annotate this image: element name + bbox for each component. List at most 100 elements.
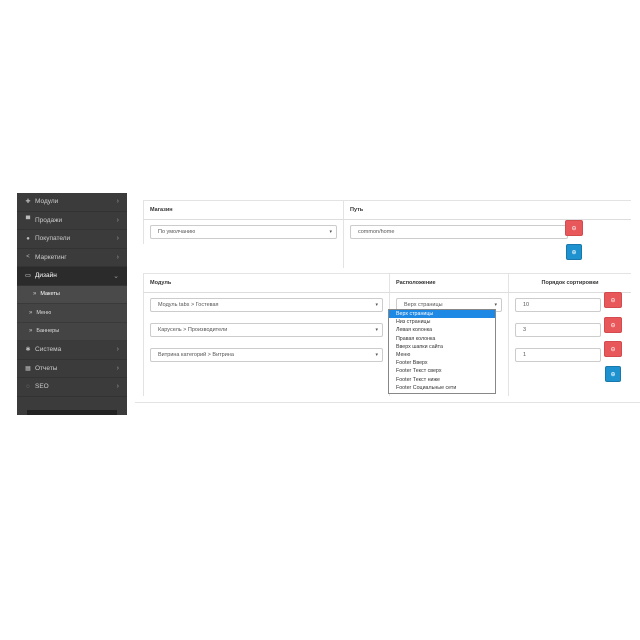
dropdown-option[interactable]: Footer Социальные сети [389, 384, 495, 392]
remove-module-button[interactable]: ⊖ [604, 292, 622, 308]
store-cell: По умолчанию ▾ [143, 219, 344, 244]
sort-order-input[interactable]: 1 [515, 348, 601, 362]
store-select[interactable]: По умолчанию ▾ [150, 224, 337, 239]
caret-down-icon: ▾ [329, 228, 332, 235]
route-input-value: common/home [358, 228, 395, 235]
minus-circle-icon: ⊖ [610, 346, 616, 353]
monitor-icon: ▭ [25, 273, 31, 280]
sidebar-subitem-layouts[interactable]: » Макеты [17, 285, 127, 304]
sort-order-value: 10 [523, 302, 530, 309]
sidebar-item-label: Маркетинг [35, 253, 67, 261]
modules-table: Модуль Расположение Порядок сортировки М… [143, 273, 631, 396]
module-select[interactable]: Модуль tabs > Гостевая ▾ [150, 298, 383, 313]
sidebar-subitem-menu[interactable]: » Меню [17, 304, 127, 323]
double-chevron-icon: » [29, 309, 33, 316]
caret-down-icon: ▾ [375, 352, 378, 358]
store-add-row [144, 244, 344, 268]
dropdown-option[interactable]: Footer Вверх [389, 359, 495, 367]
minus-circle-icon: ⊖ [571, 225, 577, 232]
sort-order-value: 1 [523, 352, 527, 358]
sort-order-value: 3 [523, 327, 527, 333]
remove-module-button[interactable]: ⊖ [604, 341, 622, 357]
remove-module-button[interactable]: ⊖ [604, 317, 622, 333]
store-select-value: По умолчанию [158, 228, 196, 235]
add-route-button[interactable]: ⊕ [566, 244, 582, 260]
module-select-value: Модуль tabs > Гостевая [158, 302, 219, 309]
store-route-table: Магазин Путь По умолчанию ▾ common/home [143, 200, 631, 268]
chevron-right-icon: › [116, 216, 119, 224]
position-dropdown-list: Верх страницы Низ страницы Левая колонка… [388, 309, 496, 394]
module-select[interactable]: Витрина категорий > Витрина ▾ [150, 348, 383, 362]
sidebar-item-label: Продажи [35, 216, 63, 224]
sidebar-item-label: Отчеты [35, 364, 58, 372]
route-input[interactable]: common/home [350, 224, 568, 239]
remove-route-button[interactable]: ⊖ [565, 220, 583, 236]
module-select-value: Витрина категорий > Витрина [158, 352, 234, 358]
dropdown-option[interactable]: Низ страницы [389, 318, 495, 326]
module-cell: Витрина категорий > Витрина ▾ [143, 342, 390, 368]
sidebar-item-label: Дизайн [35, 272, 57, 280]
sort-order-input[interactable]: 3 [515, 323, 601, 337]
caret-down-icon: ▾ [494, 302, 497, 309]
sidebar-item-system[interactable]: ✱ Система › [17, 341, 127, 360]
sidebar-subitem-banners[interactable]: » Баннеры [17, 322, 127, 341]
caret-down-icon: ▾ [375, 302, 378, 309]
module-select[interactable]: Карусель > Производители ▾ [150, 323, 383, 337]
sidebar-item-marketing[interactable]: < Маркетинг › [17, 249, 127, 267]
sidebar-item-reports[interactable]: ▦ Отчеты › [17, 360, 127, 378]
position-select-value: Верх страницы [404, 302, 443, 309]
module-select-value: Карусель > Производители [158, 327, 228, 333]
header-module: Модуль [143, 273, 390, 293]
add-module-button[interactable]: ⊕ [605, 366, 621, 382]
route-cell: common/home [343, 219, 631, 244]
header-route: Путь [343, 200, 631, 220]
sidebar-subitem-label: Макеты [40, 291, 60, 298]
dropdown-option[interactable]: Правая колонка [389, 335, 495, 343]
chevron-right-icon: › [116, 346, 119, 354]
chart-icon: ▦ [25, 365, 31, 372]
sidebar-item-label: SEO [35, 383, 49, 391]
chevron-right-icon: › [116, 383, 119, 391]
share-icon: < [26, 254, 30, 261]
dropdown-option[interactable]: Верх страницы [389, 310, 495, 319]
cart-icon: ▀ [25, 217, 31, 224]
sidebar-subitem-label: Баннеры [36, 328, 60, 335]
gear-icon: ✱ [25, 347, 31, 354]
chevron-right-icon: › [116, 253, 119, 261]
sidebar-item-modules[interactable]: ✚ Модули › [17, 193, 127, 212]
minus-circle-icon: ⊖ [610, 322, 616, 329]
header-store: Магазин [143, 200, 344, 220]
puzzle-icon: ✚ [25, 199, 31, 206]
chevron-down-icon: ⌄ [113, 272, 119, 280]
plus-circle-icon: ⊕ [571, 249, 577, 256]
sort-order-input[interactable]: 10 [515, 298, 601, 313]
chevron-right-icon: › [116, 364, 119, 372]
dropdown-option[interactable]: Меню [389, 351, 495, 359]
chevron-right-icon: › [116, 235, 119, 243]
store-add-cell [343, 243, 631, 268]
dropdown-option[interactable]: Footer Текст ниже [389, 376, 495, 384]
sidebar-footer-bar [27, 410, 117, 415]
double-chevron-icon: » [33, 291, 37, 298]
caret-down-icon: ▾ [375, 327, 378, 333]
dropdown-option[interactable]: Левая колонка [389, 326, 495, 334]
sidebar-item-customers[interactable]: ● Покупатели › [17, 230, 127, 249]
header-position: Расположение [389, 273, 509, 293]
dropdown-option[interactable]: Вверх шапки сайта [389, 343, 495, 351]
user-icon: ● [26, 235, 30, 242]
sidebar-item-seo[interactable]: ◌ SEO › [17, 378, 127, 397]
sidebar-item-label: Покупатели [35, 235, 71, 243]
seo-icon: ◌ [26, 383, 30, 390]
header-sort: Порядок сортировки [508, 273, 631, 293]
modules-add-row [143, 367, 390, 396]
sidebar-item-sales[interactable]: ▀ Продажи › [17, 212, 127, 230]
chevron-right-icon: › [116, 198, 119, 206]
sidebar-item-design[interactable]: ▭ Дизайн ⌄ [17, 267, 127, 286]
sidebar-item-label: Модули [35, 198, 59, 206]
module-cell: Модуль tabs > Гостевая ▾ [143, 292, 390, 318]
sidebar-subitem-label: Меню [36, 309, 52, 316]
plus-circle-icon: ⊕ [610, 371, 616, 378]
module-cell: Карусель > Производители ▾ [143, 317, 390, 343]
dropdown-option[interactable]: Footer Текст сверх [389, 367, 495, 375]
sidebar: ✚ Модули › ▀ Продажи › ● Покупатели › < … [17, 193, 127, 415]
